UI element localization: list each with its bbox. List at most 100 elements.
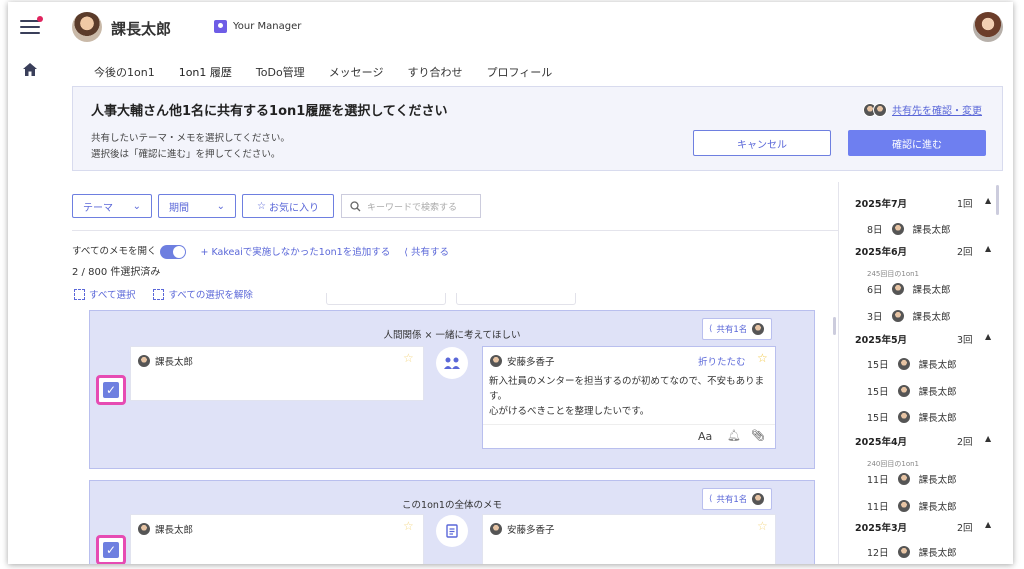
- theme-card: 人間関係 × 一緒に考えてほしい ⟨ 共有1名 ✓ 課長太郎 ☆ 安藤多香子 折り…: [89, 310, 815, 469]
- cancel-button[interactable]: キャンセル: [693, 130, 831, 156]
- avatar: [873, 102, 887, 117]
- deselect-all-icon: [153, 289, 165, 300]
- month-count: 2回: [957, 523, 973, 534]
- search-input[interactable]: キーワードで検索する: [341, 194, 481, 218]
- font-format-icon[interactable]: Aa: [698, 430, 712, 443]
- month-count: 2回: [957, 437, 973, 448]
- collapse-icon[interactable]: ▲: [985, 434, 991, 443]
- toggle-switch[interactable]: [160, 244, 187, 259]
- confirm-button[interactable]: 確認に進む: [848, 130, 986, 156]
- history-entry[interactable]: 11日 課長太郎: [867, 472, 957, 486]
- memo-author: 課長太郎: [137, 522, 193, 536]
- history-entry[interactable]: 15日 課長太郎: [867, 384, 957, 398]
- avatar: [896, 410, 911, 424]
- history-entry[interactable]: 8日 課長太郎: [867, 222, 951, 236]
- theme-filter[interactable]: テーマ ⌄: [72, 194, 152, 218]
- history-entry[interactable]: 3日 課長太郎: [867, 309, 951, 323]
- collapse-icon[interactable]: ▲: [985, 196, 991, 205]
- share-target-link[interactable]: 共有先を確認・変更: [863, 102, 982, 117]
- avatar: [751, 492, 766, 506]
- avatar: [137, 522, 151, 536]
- star-icon[interactable]: ☆: [403, 351, 414, 365]
- account-avatar[interactable]: [973, 12, 1003, 42]
- history-entry[interactable]: 6日 課長太郎: [867, 282, 951, 296]
- menu-icon[interactable]: [20, 16, 43, 34]
- scrollbar[interactable]: [996, 185, 999, 215]
- share-icon: ⟨: [709, 324, 713, 334]
- memo-toolbar: [483, 424, 775, 425]
- collapse-icon[interactable]: ▲: [985, 520, 991, 529]
- month-count: 1回: [957, 199, 973, 210]
- divider: [72, 230, 838, 231]
- history-panel: 2025年7月 1回 ▲ 8日 課長太郎 2025年6月 2回 ▲ 245回目の1…: [838, 182, 1013, 564]
- faded-element: [326, 293, 446, 305]
- select-checkbox[interactable]: ✓: [96, 535, 126, 564]
- collapse-link[interactable]: 折りたたむ: [698, 354, 746, 368]
- share-count-button[interactable]: ⟨ 共有1名: [702, 488, 773, 510]
- star-icon[interactable]: ☆: [757, 351, 768, 365]
- action-row: すべてのメモを開く + Kakeaiで実施しなかった1on1を追加する ⟨ 共有…: [72, 243, 449, 259]
- search-icon: [350, 200, 361, 211]
- memo-author: 安藤多香子: [489, 522, 555, 536]
- check-icon: ✓: [103, 542, 119, 558]
- share-count-button[interactable]: ⟨ 共有1名: [702, 318, 773, 340]
- entry-subtitle: 240回目の1on1: [867, 460, 919, 468]
- favorite-filter[interactable]: ☆ お気に入り: [242, 194, 334, 218]
- select-all-button[interactable]: すべて選択: [74, 287, 135, 301]
- month-count: 3回: [957, 335, 973, 346]
- your-manager-badge[interactable]: Your Manager: [214, 20, 301, 33]
- check-icon: ✓: [103, 382, 119, 398]
- avatar: [751, 322, 766, 336]
- person-icon: [214, 20, 227, 33]
- avatar: [890, 222, 905, 236]
- right-memo: 安藤多香子 ☆: [482, 514, 776, 564]
- chevron-down-icon: ⌄: [132, 200, 141, 212]
- avatar: [896, 499, 911, 513]
- chevron-down-icon: ⌄: [216, 200, 225, 212]
- home-icon[interactable]: [23, 63, 37, 76]
- collapse-icon[interactable]: ▲: [985, 244, 991, 253]
- scrollbar[interactable]: [833, 317, 836, 335]
- left-memo: 課長太郎 ☆: [130, 514, 424, 564]
- memo-text: 新入社員のメンターを担当するのが初めてなので、不安もありま す。 心がけるべきことを…: [489, 376, 765, 417]
- bell-icon[interactable]: 🔔︎: [727, 429, 741, 442]
- document-circle-icon: [436, 515, 468, 547]
- share-icon: ⟨: [404, 246, 408, 258]
- select-all-icon: [74, 289, 85, 300]
- selection-controls: すべて選択 すべての選択を解除: [74, 287, 253, 301]
- avatar: [896, 357, 911, 371]
- users-circle-icon: [436, 347, 468, 379]
- history-entry[interactable]: 15日 課長太郎: [867, 410, 957, 424]
- notification-dot: [37, 16, 43, 22]
- right-memo: 安藤多香子 折りたたむ ☆ 新入社員のメンターを担当するのが初めてなので、不安も…: [482, 346, 776, 449]
- banner-description: 共有したいテーマ・メモを選択してください。 選択後は「確認に進む」を押してください…: [91, 133, 290, 160]
- avatar: [489, 522, 503, 536]
- select-checkbox[interactable]: ✓: [96, 375, 126, 405]
- add-1on1-link[interactable]: + Kakeaiで実施しなかった1on1を追加する: [200, 244, 390, 258]
- left-memo: 課長太郎 ☆: [130, 346, 424, 401]
- attachment-icon[interactable]: 📎︎: [751, 429, 765, 442]
- month-heading: 2025年6月: [855, 247, 908, 258]
- entry-subtitle: 245回目の1on1: [867, 270, 919, 278]
- share-banner: 人事大輔さん他1名に共有する1on1履歴を選択してください 共有したいテーマ・メ…: [72, 86, 1003, 171]
- history-entry[interactable]: 11日 課長太郎: [867, 499, 957, 513]
- user-avatar: [72, 12, 102, 42]
- period-filter[interactable]: 期間 ⌄: [158, 194, 236, 218]
- collapse-icon[interactable]: ▲: [985, 332, 991, 341]
- avatar: [896, 384, 911, 398]
- memo-author: 課長太郎: [137, 354, 193, 368]
- banner-title: 人事大輔さん他1名に共有する1on1履歴を選択してください: [91, 104, 448, 119]
- star-icon[interactable]: ☆: [403, 519, 414, 533]
- history-entry[interactable]: 12日 課長太郎: [867, 545, 957, 559]
- avatar: [890, 282, 905, 296]
- star-icon: ☆: [257, 200, 266, 212]
- month-heading: 2025年3月: [855, 523, 908, 534]
- month-heading: 2025年4月: [855, 437, 908, 448]
- share-link[interactable]: ⟨ 共有する: [404, 244, 449, 258]
- history-entry[interactable]: 15日 課長太郎: [867, 357, 957, 371]
- star-icon[interactable]: ☆: [757, 519, 768, 533]
- avatar: [890, 309, 905, 323]
- open-all-toggle[interactable]: すべてのメモを開く: [72, 243, 187, 259]
- deselect-all-button[interactable]: すべての選択を解除: [153, 287, 253, 301]
- avatar: [896, 472, 911, 486]
